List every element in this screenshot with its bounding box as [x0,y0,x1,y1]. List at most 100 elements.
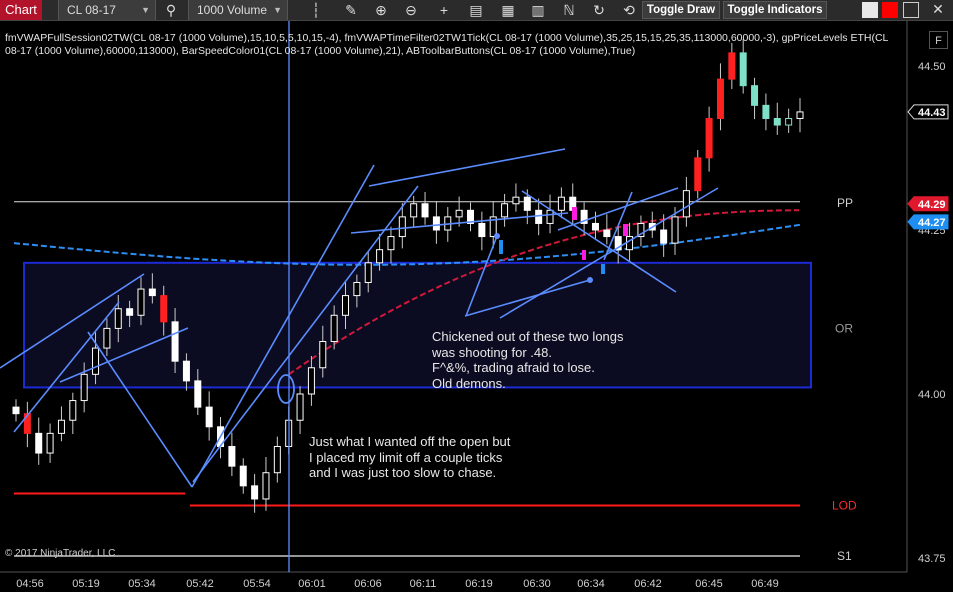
vwap-price-tag: 44.27 [918,217,946,229]
candle-body[interactable] [296,393,304,421]
instrument-value: CL 08-17 [67,3,116,17]
candle-body[interactable] [432,216,440,231]
instrument-selector[interactable]: CL 08-17 ▼ [58,0,156,20]
candle-body[interactable] [660,229,668,244]
bar-chart-icon[interactable]: ▦ [497,0,519,20]
candle-body[interactable] [546,209,554,224]
candle-body[interactable] [319,341,327,369]
x-tick-label: 06:11 [410,578,437,590]
candle-body[interactable] [307,367,315,395]
candle-body[interactable] [182,360,190,382]
candle-body[interactable] [751,85,759,106]
annotation-open[interactable]: Just what I wanted off the open but I pl… [309,434,510,481]
f-button[interactable]: F [929,31,948,49]
buy-marker[interactable] [499,240,503,254]
candle-body[interactable] [523,196,531,211]
candlestick-icon[interactable]: ┆ [305,0,327,20]
candle-body[interactable] [353,281,361,297]
chart-tab[interactable]: Chart [0,0,42,20]
candle-body[interactable] [160,295,168,323]
candle-body[interactable] [194,380,202,408]
candle-body[interactable] [682,190,690,218]
candle-body[interactable] [228,445,236,467]
x-tick-label: 06:30 [523,578,551,590]
candle-body[interactable] [57,419,65,434]
candle-body[interactable] [46,432,54,454]
chart-toolbar: Chart CL 08-17 ▼ ⚲ 1000 Volume ▼ ┆ ✎ ⊕ ⊖… [0,0,953,21]
candle-body[interactable] [785,117,793,126]
candle-body[interactable] [716,78,724,119]
x-tick-label: 05:42 [186,578,214,590]
y-tick-label: 44.50 [918,61,946,73]
refresh-icon[interactable]: ↻ [588,0,610,20]
candle-body[interactable] [103,327,111,349]
toggle-draw-button[interactable]: Toggle Draw [642,1,720,19]
candle-body[interactable] [92,347,100,375]
candle-body[interactable] [364,262,372,283]
candle-body[interactable] [12,406,20,415]
zoom-out-icon[interactable]: ⊖ [400,0,422,20]
maximize-icon[interactable] [903,2,919,18]
color-swatch-white[interactable] [862,2,878,18]
pencil-icon[interactable]: ✎ [340,0,362,20]
candle-body[interactable] [455,209,463,218]
or-label: OR [835,321,853,335]
strategy-icon[interactable]: ℕ [558,0,580,20]
candle-body[interactable] [603,229,611,238]
zoom-in-icon[interactable]: ⊕ [370,0,392,20]
annotation-longs[interactable]: Chickened out of these two longs was sho… [432,329,624,391]
bar-type-value: 1000 Volume [197,3,268,17]
candle-body[interactable] [171,321,179,362]
candle-body[interactable] [330,314,338,343]
candle-body[interactable] [478,222,486,238]
candle-body[interactable] [512,196,520,205]
price-chart[interactable]: PPORLODS1 44.5044.2544.0043.7544.4344.29… [0,21,953,592]
candle-body[interactable] [69,400,77,421]
candle-body[interactable] [342,295,350,316]
candle-body[interactable] [205,406,213,428]
candle-body[interactable] [535,209,543,224]
candle-body[interactable] [273,445,281,474]
opening-range-box[interactable] [23,261,812,389]
candle-body[interactable] [410,203,418,218]
candle-body[interactable] [796,111,804,119]
x-tick-label: 05:34 [128,578,156,590]
candle-body[interactable] [114,308,122,329]
candle-body[interactable] [591,222,599,231]
candle-body[interactable] [126,308,134,316]
candle-body[interactable] [501,203,509,218]
crosshair-icon[interactable]: + [433,0,455,20]
cycle-icon[interactable]: ⟲ [618,0,640,20]
candle-body[interactable] [762,104,770,119]
candle-body[interactable] [694,157,702,192]
sell-marker[interactable] [623,224,628,236]
y-tick-label: 43.75 [918,553,946,565]
close-icon[interactable]: ✕ [927,0,949,19]
sell-marker[interactable] [572,207,577,220]
sell-marker[interactable] [582,250,586,260]
s1-label: S1 [837,549,852,563]
candle-body[interactable] [239,465,247,487]
candle-body[interactable] [251,485,259,500]
candle-body[interactable] [557,196,565,211]
candle-body[interactable] [387,236,395,251]
candle-body[interactable] [137,288,145,316]
candle-body[interactable] [35,432,43,454]
candle-body[interactable] [773,117,781,126]
buy-marker[interactable] [601,264,605,274]
candle-body[interactable] [376,249,384,264]
candle-body[interactable] [262,472,270,500]
color-swatch-red[interactable] [882,2,898,18]
candle-body[interactable] [80,373,88,402]
candle-body[interactable] [398,216,406,238]
grid-icon[interactable]: ▥ [527,0,549,20]
properties-icon[interactable]: ▤ [465,0,487,20]
candle-body[interactable] [148,288,156,297]
bar-type-selector[interactable]: 1000 Volume ▼ [188,0,288,20]
candle-body[interactable] [626,236,634,251]
candle-body[interactable] [705,117,713,159]
search-icon[interactable]: ⚲ [160,0,182,20]
toggle-indicators-button[interactable]: Toggle Indicators [723,1,827,19]
candle-body[interactable] [421,203,429,218]
candle-body[interactable] [671,216,679,244]
